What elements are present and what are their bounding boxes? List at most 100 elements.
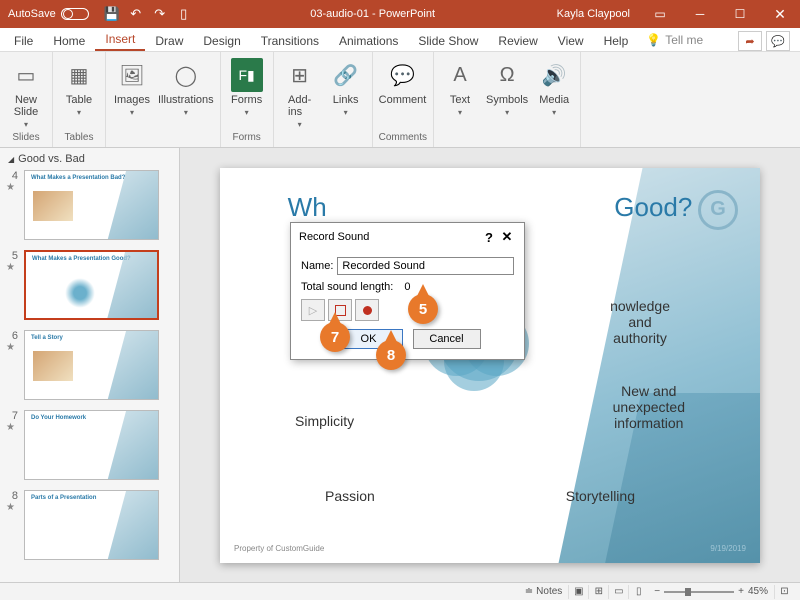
section-header[interactable]: ◢ Good vs. Bad — [0, 148, 179, 170]
table-button[interactable]: ▦ Table▾ — [59, 58, 99, 117]
tab-draw[interactable]: Draw — [145, 30, 193, 51]
tab-help[interactable]: Help — [594, 30, 639, 51]
tell-me-search[interactable]: 💡 Tell me — [638, 29, 711, 51]
images-label: Images — [114, 94, 150, 106]
window-title: 03-audio-01 - PowerPoint — [199, 8, 547, 20]
ribbon-options-icon[interactable]: ▭ — [640, 0, 680, 28]
help-icon[interactable]: ? — [480, 230, 498, 245]
animation-star-icon: ★ — [6, 182, 18, 193]
illustrations-button[interactable]: ◯ Illustrations▾ — [158, 58, 214, 117]
slide-number: 5 — [6, 250, 18, 262]
group-media-label — [440, 132, 574, 145]
autosave-label: AutoSave — [8, 8, 56, 20]
sorter-view-icon[interactable]: ⊞ — [588, 585, 608, 599]
tab-home[interactable]: Home — [43, 30, 95, 51]
tab-transitions[interactable]: Transitions — [251, 30, 329, 51]
slideshow-view-icon[interactable]: ▯ — [628, 585, 648, 599]
normal-view-icon[interactable]: ▣ — [568, 585, 588, 599]
illustrations-label: Illustrations — [158, 94, 214, 106]
text-button[interactable]: A Text▾ — [440, 58, 480, 117]
tab-slideshow[interactable]: Slide Show — [408, 30, 488, 51]
new-slide-icon: ▭ — [10, 58, 42, 92]
tab-review[interactable]: Review — [488, 30, 547, 51]
label-simplicity: Simplicity — [295, 413, 354, 429]
save-icon[interactable]: 💾 — [101, 3, 123, 25]
comment-label: Comment — [379, 94, 427, 106]
callout-8: 8 — [376, 340, 406, 370]
slide-title[interactable]: What Makes a Presentation Good? — [220, 168, 760, 223]
label-knowledge: nowledge and authority — [610, 298, 670, 346]
tab-file[interactable]: File — [4, 30, 43, 51]
callout-7: 7 — [320, 322, 350, 352]
zoom-in-icon[interactable]: + — [738, 586, 744, 597]
ribbon-insert: ▭ New Slide▾ Slides ▦ Table▾ Tables 🖼 Im… — [0, 52, 800, 148]
play-button[interactable]: ▷ — [301, 299, 325, 321]
zoom-out-icon[interactable]: − — [654, 586, 660, 597]
tab-insert[interactable]: Insert — [95, 28, 145, 51]
links-icon: 🔗 — [330, 58, 362, 92]
label-new-info: New and unexpected information — [613, 383, 685, 431]
section-title: Good vs. Bad — [18, 153, 85, 165]
tab-animations[interactable]: Animations — [329, 30, 408, 51]
comment-button[interactable]: 💬 Comment — [379, 58, 427, 106]
logo-icon: G — [698, 190, 738, 230]
collapse-icon[interactable]: ◢ — [8, 155, 14, 164]
symbols-button[interactable]: Ω Symbols▾ — [486, 58, 528, 117]
table-label: Table — [66, 94, 92, 106]
slide-thumbnail-pane[interactable]: ◢ Good vs. Bad 4★ What Makes a Presentat… — [0, 148, 180, 582]
text-label: Text — [450, 94, 470, 106]
close-icon[interactable]: ✕ — [760, 0, 800, 28]
thumbnail-6[interactable]: 6★ Tell a Story — [6, 330, 173, 400]
tab-view[interactable]: View — [548, 30, 594, 51]
slide-canvas[interactable]: G What Makes a Presentation Good? nowled… — [180, 148, 800, 582]
redo-icon[interactable]: ↷ — [149, 3, 171, 25]
toggle-off-icon[interactable] — [61, 8, 89, 20]
fit-window-icon[interactable]: ⊡ — [774, 585, 794, 599]
media-icon: 🔊 — [538, 58, 570, 92]
length-value: 0 — [404, 281, 410, 293]
dialog-title: Record Sound — [299, 231, 480, 243]
zoom-slider[interactable] — [664, 591, 734, 593]
quick-access-toolbar: 💾 ↶ ↷ ▯ — [97, 3, 199, 25]
maximize-icon[interactable]: ☐ — [720, 0, 760, 28]
forms-button[interactable]: F▮ Forms▾ — [227, 58, 267, 117]
animation-star-icon: ★ — [6, 422, 18, 433]
minimize-icon[interactable]: ─ — [680, 0, 720, 28]
user-name[interactable]: Kayla Claypool — [547, 8, 640, 20]
new-slide-label: New Slide — [14, 94, 38, 118]
media-label: Media — [539, 94, 569, 106]
undo-icon[interactable]: ↶ — [125, 3, 147, 25]
autosave-toggle[interactable]: AutoSave — [0, 8, 97, 20]
slide-footer: Property of CustomGuide — [234, 544, 324, 553]
thumbnail-5[interactable]: 5★ What Makes a Presentation Good? — [6, 250, 173, 320]
notes-toggle[interactable]: ≐ Notes — [519, 586, 569, 597]
illustrations-icon: ◯ — [170, 58, 202, 92]
tab-design[interactable]: Design — [193, 30, 250, 51]
thumbnail-4[interactable]: 4★ What Makes a Presentation Bad? — [6, 170, 173, 240]
sound-name-input[interactable] — [337, 257, 514, 275]
zoom-level[interactable]: 45% — [748, 586, 768, 597]
images-button[interactable]: 🖼 Images▾ — [112, 58, 152, 117]
start-slideshow-icon[interactable]: ▯ — [173, 3, 195, 25]
new-slide-button[interactable]: ▭ New Slide▾ — [6, 58, 46, 129]
lightbulb-icon: 💡 — [646, 33, 661, 47]
links-button[interactable]: 🔗 Links▾ — [326, 58, 366, 117]
comments-icon[interactable]: 💬 — [766, 31, 790, 51]
record-button[interactable] — [355, 299, 379, 321]
cancel-button[interactable]: Cancel — [413, 329, 481, 349]
slide-number: 7 — [6, 410, 18, 422]
links-label: Links — [333, 94, 359, 106]
addins-label: Add- ins — [288, 94, 311, 118]
thumbnail-8[interactable]: 8★ Parts of a Presentation — [6, 490, 173, 560]
thumbnail-7[interactable]: 7★ Do Your Homework — [6, 410, 173, 480]
forms-label: Forms — [231, 94, 262, 106]
reading-view-icon[interactable]: ▭ — [608, 585, 628, 599]
statusbar: ≐ Notes ▣ ⊞ ▭ ▯ − + 45% ⊡ — [0, 582, 800, 600]
group-tables-label: Tables — [59, 132, 99, 145]
close-dialog-icon[interactable]: ✕ — [498, 229, 516, 245]
table-icon: ▦ — [63, 58, 95, 92]
share-icon[interactable]: ➦ — [738, 31, 762, 51]
media-button[interactable]: 🔊 Media▾ — [534, 58, 574, 117]
addins-button[interactable]: ⊞ Add- ins▾ — [280, 58, 320, 129]
animation-star-icon: ★ — [6, 502, 18, 513]
